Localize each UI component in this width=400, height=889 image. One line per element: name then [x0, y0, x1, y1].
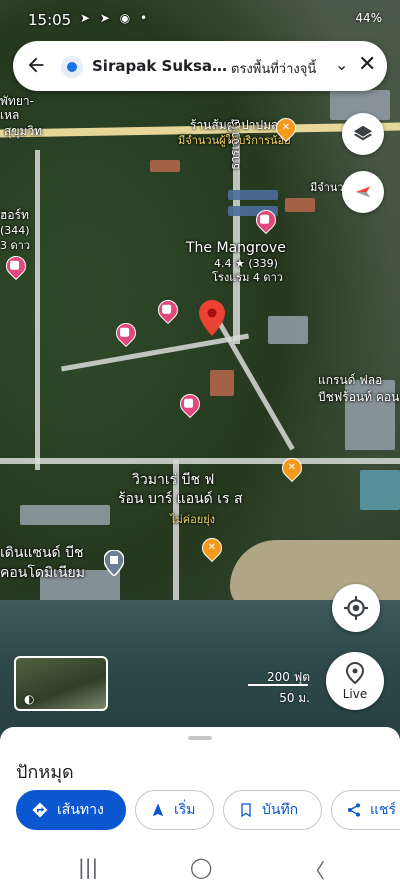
navigation-arrow-icon [153, 803, 163, 816]
map-label-dessanda-2: คอนโดมิเนียม [0, 565, 85, 581]
road [0, 458, 400, 464]
live-label: Live [342, 687, 368, 701]
building [360, 470, 400, 510]
chevron-down-icon[interactable]: ⌄ [335, 55, 348, 74]
building [228, 190, 278, 200]
crosshair-icon [344, 596, 368, 620]
compass-button[interactable] [342, 171, 384, 213]
building [285, 198, 315, 212]
map-label-mangrove[interactable]: The Mangrove [186, 240, 286, 257]
scale-line [248, 684, 308, 686]
hotel-pin-icon[interactable] [153, 295, 183, 325]
map-scale: 200 ฟุต 50 ม. [246, 668, 310, 705]
save-button[interactable]: บันทึก [223, 790, 322, 830]
recent-apps-icon[interactable]: ||| [78, 855, 98, 879]
road [61, 333, 249, 372]
directions-label: เส้นทาง [57, 802, 104, 818]
start-label: เริ่ม [174, 802, 196, 818]
live-view-button[interactable]: Live [326, 652, 384, 710]
map-label-left-hotel[interactable]: ฮอร์ท [0, 208, 29, 223]
building [20, 505, 110, 525]
restaurant-pin-icon[interactable]: ✕ [197, 533, 227, 563]
street-view-thumbnail[interactable]: ◐ [14, 656, 108, 711]
map-label-street: ธารเจ้าใจ [228, 118, 242, 170]
notification-icons: ➤ ➤ ◉ • [80, 11, 151, 25]
live-view-icon [345, 661, 365, 685]
map-label-wiwa-2: ร้อน บาร์ แอนด์ เร ส [118, 491, 243, 507]
map-label-wiwa[interactable]: วิวมาเร่ บีช ฟ [132, 472, 214, 489]
drag-handle[interactable] [188, 736, 212, 740]
back-arrow-icon[interactable] [25, 54, 47, 76]
status-time: 15:05 [28, 11, 72, 29]
map-label: เหล [0, 108, 20, 122]
home-icon[interactable]: ◯ [190, 855, 212, 879]
sheet-title: ปักหมุด [16, 762, 74, 783]
system-nav-bar: ||| ◯ 〈 [0, 845, 400, 889]
share-label: แชร์ [370, 802, 397, 818]
map-label-left-hotel-class: 3 ดาว [0, 239, 30, 252]
map-label: พัทยา- [0, 94, 34, 108]
bottom-sheet[interactable]: ปักหมุด เส้นทาง เริ่ม บันทึก แชร์ [0, 727, 400, 845]
battery-text: 44% [355, 11, 382, 25]
start-button[interactable]: เริ่ม [135, 790, 214, 830]
search-subtitle: ตรงพื้นที่ว่างจุนี้ [231, 62, 317, 77]
satellite-map[interactable]: พัทยา- เหล สุขุมวิท ร้านส้มตำปาปมล มีจำน… [0, 0, 400, 740]
building [268, 316, 308, 344]
map-label-grand-2: บีชฟร้อนท์ คอน [318, 390, 400, 404]
compass-icon [355, 186, 371, 198]
building [210, 370, 234, 396]
search-place-name[interactable]: Sirapak Suksamra... [92, 57, 232, 75]
condo-pin-icon[interactable] [103, 549, 125, 578]
building [150, 160, 180, 172]
map-label-mangrove-rating: 4.4 ★ (339) [214, 257, 278, 270]
scale-m: 50 ม. [279, 691, 310, 705]
map-label-left-hotel-rating: (344) [0, 224, 30, 237]
hotel-pin-icon[interactable] [111, 318, 141, 348]
close-icon[interactable]: ✕ [358, 52, 376, 77]
share-icon [348, 803, 360, 817]
map-label-sukhumvit: สุขุมวิท [4, 124, 43, 138]
share-button[interactable]: แชร์ [331, 790, 400, 830]
street-view-icon: ◐ [24, 692, 35, 706]
hotel-pin-icon[interactable] [175, 389, 205, 419]
map-label-dessanda[interactable]: เดินแซนด์ บีช [0, 545, 83, 562]
map-label-mangrove-class: โรงแรม 4 ดาว [212, 271, 283, 284]
directions-button[interactable]: เส้นทาง [16, 790, 126, 830]
my-location-button[interactable] [332, 584, 380, 632]
map-label-wiwa-sub: ไม่ค่อยยุ่ง [170, 513, 216, 526]
bookmark-icon [241, 803, 251, 818]
directions-icon [32, 802, 48, 818]
status-bar: 15:05 ➤ ➤ ◉ • 44% [0, 0, 400, 34]
back-icon[interactable]: 〈 [305, 855, 325, 884]
hotel-pin-icon[interactable] [1, 251, 31, 281]
layers-button[interactable] [342, 113, 384, 155]
dropped-pin-icon[interactable] [199, 300, 225, 336]
save-label: บันทึก [262, 802, 299, 818]
layers-icon [353, 125, 373, 141]
map-label-grand[interactable]: แกรนด์ ฟลอ [318, 373, 382, 388]
messenger-icon [61, 56, 83, 78]
road [35, 150, 40, 470]
search-bar[interactable]: Sirapak Suksamra... ตรงพื้นที่ว่างจุนี้ … [13, 41, 387, 91]
